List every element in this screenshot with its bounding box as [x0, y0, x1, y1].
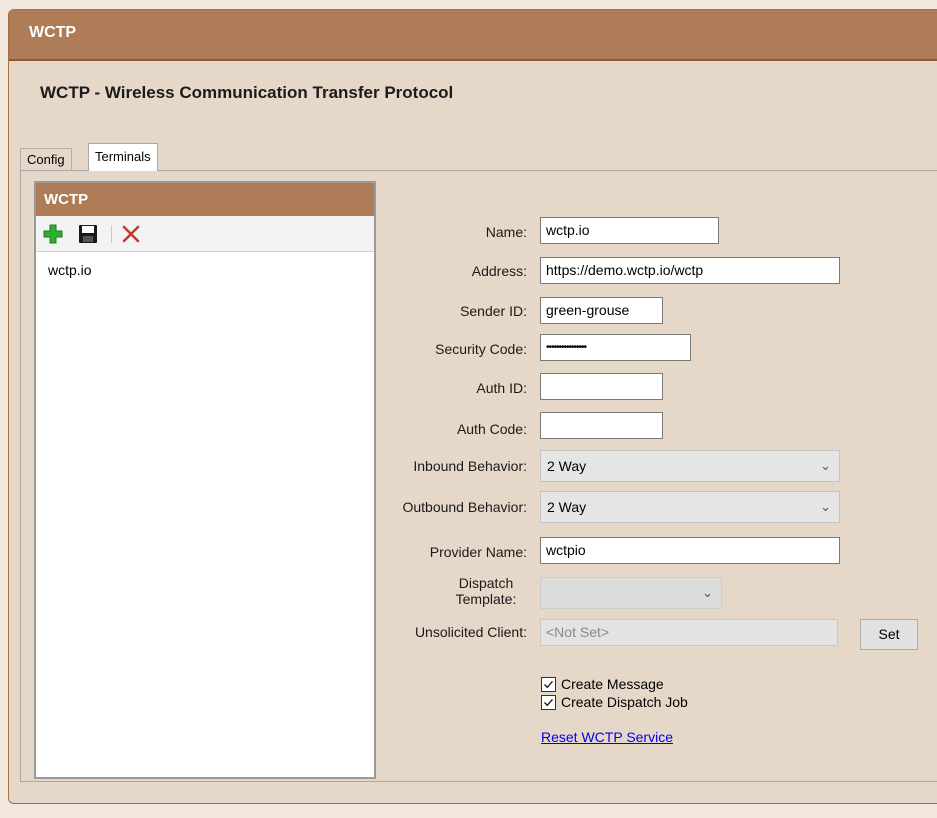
auth-code-label: Auth Code:	[456, 421, 527, 437]
name-field[interactable]: wctp.io	[540, 217, 719, 244]
inbound-behavior-select[interactable]: 2 Way ⌄	[540, 450, 840, 482]
checkbox-box[interactable]	[541, 695, 556, 710]
dispatch-template-label-line1: Dispatch	[458, 575, 514, 591]
tab-config[interactable]: Config	[20, 148, 72, 170]
dispatch-template-label: Dispatch Template:	[436, 575, 536, 607]
panel-header-title: WCTP	[29, 24, 77, 41]
provider-name-label: Provider Name:	[429, 544, 527, 560]
outbound-behavior-value: 2 Way	[547, 499, 587, 515]
security-code-field[interactable]: ••••••••••••••••	[540, 334, 691, 361]
provider-name-field[interactable]: wctpio	[540, 537, 840, 564]
dispatch-template-select[interactable]: ⌄	[540, 577, 722, 609]
auth-id-field[interactable]	[540, 373, 663, 400]
unsolicited-client-label: Unsolicited Client:	[414, 624, 527, 640]
set-button[interactable]: Set	[860, 619, 918, 650]
chevron-down-icon: ⌄	[820, 458, 831, 473]
chevron-down-icon: ⌄	[820, 499, 831, 514]
create-message-label: Create Message	[561, 676, 664, 692]
outbound-behavior-label: Outbound Behavior:	[402, 499, 527, 515]
auth-code-field[interactable]	[540, 412, 663, 439]
address-label: Address:	[471, 263, 527, 279]
panel-header: WCTP	[9, 10, 937, 61]
terminal-list-panel: WCTP wctp.io	[34, 181, 376, 779]
create-dispatch-job-label: Create Dispatch Job	[561, 694, 688, 710]
inbound-behavior-label: Inbound Behavior:	[413, 458, 527, 474]
chevron-down-icon: ⌄	[702, 585, 713, 600]
toolbar-separator	[111, 225, 112, 243]
sender-id-label: Sender ID:	[460, 303, 527, 319]
name-label: Name:	[485, 224, 527, 240]
unsolicited-client-field: <Not Set>	[540, 619, 838, 646]
address-field[interactable]: https://demo.wctp.io/wctp	[540, 257, 840, 284]
dispatch-template-label-line2: Template:	[455, 591, 517, 607]
terminal-list-header: WCTP	[36, 183, 374, 216]
tab-terminals[interactable]: Terminals	[88, 143, 158, 171]
checkbox-box[interactable]	[541, 677, 556, 692]
outbound-behavior-select[interactable]: 2 Way ⌄	[540, 491, 840, 523]
delete-icon[interactable]	[121, 224, 141, 244]
inbound-behavior-value: 2 Way	[547, 458, 587, 474]
list-item[interactable]: wctp.io	[48, 262, 92, 278]
page-title: WCTP - Wireless Communication Transfer P…	[40, 83, 454, 102]
auth-id-label: Auth ID:	[476, 380, 527, 396]
save-icon[interactable]	[78, 224, 98, 244]
add-icon[interactable]	[43, 224, 63, 244]
reset-wctp-service-link[interactable]: Reset WCTP Service	[541, 729, 673, 745]
sender-id-field[interactable]: green-grouse	[540, 297, 663, 324]
security-code-label: Security Code:	[435, 341, 527, 357]
terminal-list-toolbar	[36, 216, 374, 252]
